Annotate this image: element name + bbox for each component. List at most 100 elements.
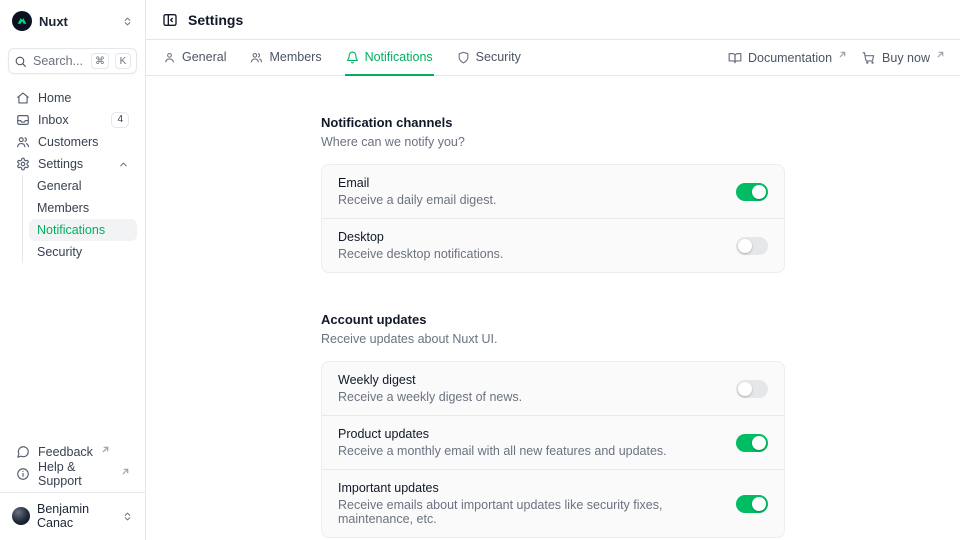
setting-row-weekly-digest: Weekly digest Receive a weekly digest of…: [322, 362, 784, 415]
sidebar-item-settings[interactable]: Settings: [8, 153, 137, 175]
sidebar-item-inbox[interactable]: Inbox 4: [8, 109, 137, 131]
help-support-link[interactable]: Help & Support: [8, 463, 137, 485]
setting-description: Receive emails about important updates l…: [338, 498, 720, 526]
sidebar-item-notifications[interactable]: Notifications: [29, 219, 137, 241]
email-toggle[interactable]: [736, 183, 768, 201]
external-link-icon: [122, 468, 129, 475]
sidebar-item-security[interactable]: Security: [29, 241, 137, 263]
external-link-icon: [937, 51, 944, 58]
setting-description: Receive desktop notifications.: [338, 247, 503, 261]
notification-channels-section: Notification channels Where can we notif…: [321, 115, 785, 273]
user-icon: [163, 51, 176, 64]
sidebar-item-label: Inbox: [38, 113, 69, 127]
sidebar-item-label: Notifications: [37, 223, 105, 237]
page-title: Settings: [188, 12, 243, 28]
chevron-up-down-icon: [122, 16, 133, 27]
setting-description: Receive a monthly email with all new fea…: [338, 444, 667, 458]
account-updates-section: Account updates Receive updates about Nu…: [321, 312, 785, 538]
tab-label: General: [182, 50, 226, 64]
cart-icon: [862, 51, 876, 65]
inbox-count-badge: 4: [111, 112, 129, 128]
chevron-up-icon: [118, 159, 129, 170]
users-icon: [250, 51, 263, 64]
chevron-up-down-icon: [122, 511, 133, 522]
page-header: Settings: [146, 0, 960, 40]
tab-members[interactable]: Members: [249, 40, 322, 76]
external-link-icon: [102, 446, 109, 453]
sidebar-footer: Feedback Help & Support Benjamin Canac: [8, 441, 137, 532]
sidebar-item-label: Home: [38, 91, 71, 105]
weekly-digest-toggle[interactable]: [736, 380, 768, 398]
documentation-link[interactable]: Documentation: [728, 51, 846, 65]
important-updates-toggle[interactable]: [736, 495, 768, 513]
toolbar-links: Documentation Buy now: [728, 40, 944, 75]
section-description: Where can we notify you?: [321, 135, 785, 149]
section-title: Account updates: [321, 312, 785, 327]
tab-label: Security: [476, 50, 521, 64]
team-switcher[interactable]: Nuxt: [8, 8, 137, 34]
setting-row-email: Email Receive a daily email digest.: [322, 165, 784, 218]
kbd-k: K: [115, 53, 131, 69]
users-icon: [16, 135, 30, 149]
gear-icon: [16, 157, 30, 171]
settings-subnav: General Members Notifications Security: [22, 175, 137, 263]
toolbar-link-label: Documentation: [748, 51, 832, 65]
sidebar: Nuxt Search... ⌘ K Home: [0, 0, 146, 540]
sidebar-item-label: Customers: [38, 135, 98, 149]
toolbar-link-label: Buy now: [882, 51, 930, 65]
tab-bar: General Members Notifications Security: [146, 40, 960, 76]
sidebar-item-customers[interactable]: Customers: [8, 131, 137, 153]
sidebar-nav: Home Inbox 4 Customers Settings: [8, 87, 137, 263]
product-updates-toggle[interactable]: [736, 434, 768, 452]
avatar: [12, 507, 30, 525]
setting-title: Product updates: [338, 427, 667, 441]
kbd-meta: ⌘: [91, 53, 109, 69]
setting-description: Receive a weekly digest of news.: [338, 390, 522, 404]
team-name: Nuxt: [39, 14, 68, 29]
inbox-icon: [16, 113, 30, 127]
sidebar-item-label: Members: [37, 201, 89, 215]
tab-general[interactable]: General: [162, 40, 227, 76]
setting-title: Desktop: [338, 230, 503, 244]
chat-bubble-icon: [16, 445, 30, 459]
setting-row-important-updates: Important updates Receive emails about i…: [322, 469, 784, 537]
sidebar-item-members[interactable]: Members: [29, 197, 137, 219]
sidebar-item-label: Security: [37, 245, 82, 259]
user-name: Benjamin Canac: [37, 502, 115, 530]
panel-left-close-icon[interactable]: [162, 12, 178, 28]
main-panel: Settings General Members Notifications: [146, 0, 960, 540]
search-input[interactable]: Search... ⌘ K: [8, 48, 137, 74]
sidebar-item-label: Help & Support: [38, 460, 113, 488]
setting-title: Weekly digest: [338, 373, 522, 387]
shield-icon: [457, 51, 470, 64]
desktop-toggle[interactable]: [736, 237, 768, 255]
sidebar-item-label: Settings: [38, 157, 83, 171]
setting-row-desktop: Desktop Receive desktop notifications.: [322, 218, 784, 272]
tab-label: Members: [269, 50, 321, 64]
nuxt-logo-icon: [12, 11, 32, 31]
external-link-icon: [839, 51, 846, 58]
search-icon: [14, 55, 27, 68]
settings-content: Notification channels Where can we notif…: [146, 76, 960, 540]
setting-title: Important updates: [338, 481, 720, 495]
sidebar-item-home[interactable]: Home: [8, 87, 137, 109]
sidebar-item-label: Feedback: [38, 445, 93, 459]
section-title: Notification channels: [321, 115, 785, 130]
sidebar-item-general[interactable]: General: [29, 175, 137, 197]
tab-notifications[interactable]: Notifications: [345, 40, 434, 76]
setting-description: Receive a daily email digest.: [338, 193, 496, 207]
tab-security[interactable]: Security: [456, 40, 522, 76]
bell-icon: [346, 51, 359, 64]
home-icon: [16, 91, 30, 105]
buy-now-link[interactable]: Buy now: [862, 51, 944, 65]
info-circle-icon: [16, 467, 30, 481]
sidebar-item-label: General: [37, 179, 81, 193]
setting-title: Email: [338, 176, 496, 190]
user-menu[interactable]: Benjamin Canac: [8, 493, 137, 532]
search-placeholder: Search...: [33, 54, 85, 68]
section-description: Receive updates about Nuxt UI.: [321, 332, 785, 346]
notification-channels-card: Email Receive a daily email digest. Desk…: [321, 164, 785, 273]
tab-label: Notifications: [365, 50, 433, 64]
account-updates-card: Weekly digest Receive a weekly digest of…: [321, 361, 785, 538]
setting-row-product-updates: Product updates Receive a monthly email …: [322, 415, 784, 469]
